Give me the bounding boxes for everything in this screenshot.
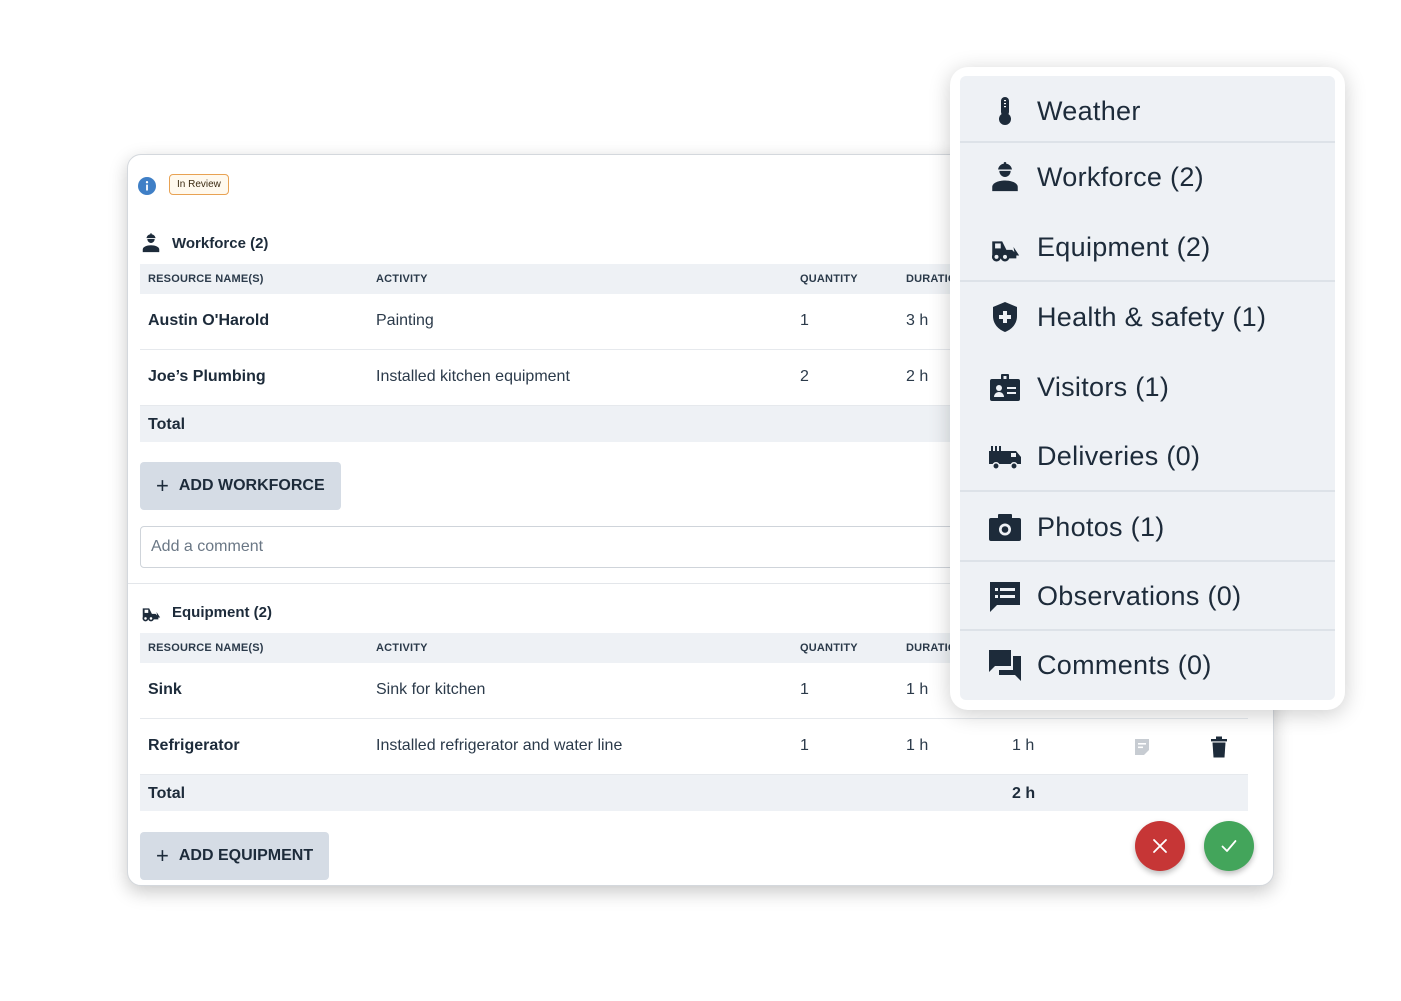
menu-item-visitors[interactable]: Visitors (1)	[960, 352, 1335, 422]
menu-item-label: Workforce (2)	[1037, 161, 1204, 192]
menu-item-label: Weather	[1037, 95, 1141, 126]
add-equipment-button[interactable]: + ADD EQUIPMENT	[140, 832, 330, 880]
note-icon[interactable]	[1132, 737, 1152, 757]
list-message-icon	[988, 579, 1022, 613]
quantity: 1	[800, 681, 809, 698]
info-icon[interactable]	[138, 177, 156, 195]
menu-item-label: Visitors (1)	[1037, 371, 1170, 402]
menu-item-deliveries[interactable]: Deliveries (0)	[960, 421, 1335, 491]
worker-icon	[142, 233, 160, 253]
column-header-quantity[interactable]: QUANTITY	[800, 273, 858, 285]
equipment-title: Equipment (2)	[172, 603, 272, 621]
camera-icon	[988, 510, 1022, 544]
menu-item-equipment[interactable]: Equipment (2)	[960, 212, 1335, 282]
trash-icon[interactable]	[1210, 736, 1228, 758]
menu-item-label: Observations (0)	[1037, 580, 1242, 611]
equipment-section-title: Equipment (2)	[140, 601, 272, 623]
menu-item-label: Photos (1)	[1037, 511, 1165, 542]
menu-item-label: Comments (0)	[1037, 649, 1212, 680]
table-total-row: Total 2 h	[140, 775, 1248, 811]
menu-item-weather[interactable]: Weather	[960, 76, 1335, 146]
total-label: Total	[148, 785, 186, 802]
activity: Sink for kitchen	[376, 681, 486, 698]
confirm-button[interactable]	[1204, 821, 1254, 871]
cancel-button[interactable]	[1135, 821, 1185, 871]
activity: Installed refrigerator and water line	[376, 737, 623, 754]
add-equipment-label: ADD EQUIPMENT	[178, 847, 314, 864]
shield-plus-icon	[988, 300, 1022, 334]
menu-item-label: Equipment (2)	[1037, 231, 1211, 262]
menu-item-workforce[interactable]: Workforce (2)	[960, 142, 1335, 212]
column-header-activity[interactable]: ACTIVITY	[376, 642, 428, 654]
section-menu-list: Weather Workforce (2) Equipment (2) Heal…	[960, 76, 1335, 700]
column-header-quantity[interactable]: QUANTITY	[800, 642, 858, 654]
activity: Installed kitchen equipment	[376, 368, 570, 385]
row-total: 1 h	[1012, 737, 1035, 754]
plus-icon: +	[156, 473, 169, 498]
total-value: 2 h	[1012, 785, 1036, 802]
worker-icon	[988, 160, 1022, 194]
resource-name: Sink	[148, 681, 182, 698]
bulldozer-icon	[988, 230, 1022, 264]
close-icon	[1153, 839, 1167, 853]
workforce-title: Workforce (2)	[172, 234, 269, 252]
bulldozer-icon	[142, 608, 161, 622]
resource-name: Austin O'Harold	[148, 312, 270, 329]
menu-item-photos[interactable]: Photos (1)	[960, 492, 1335, 562]
menu-item-comments[interactable]: Comments (0)	[960, 630, 1335, 700]
badge-icon	[988, 370, 1022, 404]
total-label: Total	[148, 416, 186, 433]
chat-icon	[988, 648, 1022, 682]
status-badge: In Review	[169, 174, 229, 195]
duration: 1 h	[906, 681, 929, 698]
thermometer-icon	[988, 94, 1022, 128]
table-row[interactable]: Refrigerator Installed refrigerator and …	[140, 719, 1248, 775]
menu-item-health-safety[interactable]: Health & safety (1)	[960, 282, 1335, 352]
column-header-resource[interactable]: RESOURCE NAME(S)	[148, 642, 264, 654]
add-workforce-button[interactable]: + ADD WORKFORCE	[140, 462, 341, 510]
column-header-activity[interactable]: ACTIVITY	[376, 273, 428, 285]
duration: 3 h	[906, 312, 929, 329]
add-workforce-label: ADD WORKFORCE	[178, 477, 325, 494]
menu-item-observations[interactable]: Observations (0)	[960, 561, 1335, 631]
menu-item-label: Health & safety (1)	[1037, 301, 1267, 332]
quantity: 2	[800, 368, 809, 385]
plus-icon: +	[156, 843, 169, 868]
truck-icon	[988, 439, 1022, 473]
section-menu: Weather Workforce (2) Equipment (2) Heal…	[950, 67, 1345, 710]
check-icon	[1221, 840, 1237, 852]
resource-name: Joe’s Plumbing	[148, 368, 266, 385]
column-header-resource[interactable]: RESOURCE NAME(S)	[148, 273, 264, 285]
resource-name: Refrigerator	[148, 737, 240, 754]
activity: Painting	[376, 312, 434, 329]
menu-item-label: Deliveries (0)	[1037, 440, 1201, 471]
duration: 1 h	[906, 737, 929, 754]
workforce-section-title: Workforce (2)	[140, 232, 268, 254]
quantity: 1	[800, 737, 809, 754]
quantity: 1	[800, 312, 809, 329]
duration: 2 h	[906, 368, 929, 385]
